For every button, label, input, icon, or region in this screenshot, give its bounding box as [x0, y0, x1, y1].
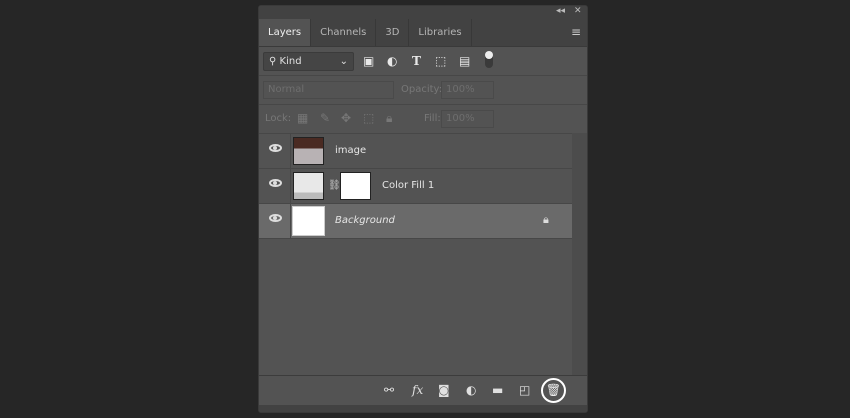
filter-toggle[interactable] [485, 51, 493, 68]
collapse-icon[interactable]: ◂◂ [556, 6, 565, 16]
kind-dropdown[interactable]: ⚲ Kind ⌄ [263, 52, 354, 71]
image-filter-icon[interactable]: ▣ [363, 54, 374, 68]
panel-titlebar: ◂◂ ✕ [259, 6, 587, 19]
layer-image[interactable]: image [259, 134, 572, 169]
lock-move-icon[interactable]: ✥ [341, 111, 351, 125]
eye-icon[interactable] [269, 214, 282, 222]
layers-footer: ⚯ fx ◙ ◐ ▬ ◰ 🗑︎ [259, 375, 587, 405]
smart-object-filter-icon[interactable]: ▤ [459, 54, 470, 68]
add-mask-icon[interactable]: ◙ [438, 383, 450, 397]
lock-transparent-icon[interactable]: ▦ [297, 111, 308, 125]
layer-name[interactable]: Color Fill 1 [382, 180, 434, 191]
lock-icon: 🔒︎ [543, 213, 549, 226]
tab-layers[interactable]: Layers [259, 19, 312, 46]
layer-thumbnail [292, 206, 325, 236]
tab-3d[interactable]: 3D [376, 19, 410, 46]
type-filter-icon[interactable]: T [412, 54, 421, 68]
link-layers-icon[interactable]: ⚯ [384, 383, 394, 397]
fill-label: Fill: [424, 113, 441, 124]
fill-field[interactable]: 100% [441, 110, 494, 128]
resize-handle[interactable] [259, 405, 587, 412]
new-layer-icon[interactable]: ◰ [519, 383, 530, 397]
eye-icon[interactable] [269, 144, 282, 152]
lock-label: Lock: [265, 113, 292, 124]
blend-row: Normal Opacity: 100% [259, 76, 587, 105]
adjustment-layer-icon[interactable]: ◐ [466, 383, 476, 397]
tab-channels[interactable]: Channels [311, 19, 377, 46]
filter-row: ⚲ Kind ⌄ ▣ ◐ T ⬚ ▤ [259, 47, 587, 76]
search-icon: ⚲ [269, 56, 280, 67]
tab-bar: Layers Channels 3D Libraries ≡ [259, 19, 587, 47]
lock-row: Lock: ▦ ✎ ✥ ⬚ 🔒︎ Fill: 100% [259, 105, 587, 134]
layer-thumbnail [293, 137, 324, 165]
mask-thumbnail[interactable] [340, 172, 371, 200]
layer-name[interactable]: Background [335, 215, 395, 226]
chevron-down-icon: ⌄ [339, 56, 348, 67]
kind-label: Kind [279, 56, 302, 67]
close-icon[interactable]: ✕ [574, 6, 582, 16]
blend-mode-dropdown[interactable]: Normal [263, 81, 394, 99]
panel-menu-icon[interactable]: ≡ [571, 25, 581, 39]
layers-panel: ◂◂ ✕ Layers Channels 3D Libraries ≡ ⚲ Ki… [258, 5, 588, 413]
eye-icon[interactable] [269, 179, 282, 187]
lock-paint-icon[interactable]: ✎ [320, 111, 330, 125]
adjustment-filter-icon[interactable]: ◐ [387, 54, 397, 68]
delete-layer-icon[interactable]: 🗑︎ [541, 378, 566, 403]
layer-color-fill-1[interactable]: ⛓ Color Fill 1 [259, 169, 572, 204]
lock-artboard-icon[interactable]: ⬚ [363, 111, 374, 125]
lock-all-icon[interactable]: 🔒︎ [386, 111, 392, 126]
shape-filter-icon[interactable]: ⬚ [435, 54, 446, 68]
layer-name[interactable]: image [335, 145, 366, 156]
opacity-field[interactable]: 100% [441, 81, 494, 99]
fill-thumbnail [293, 172, 324, 200]
layer-background[interactable]: Background 🔒︎ [259, 204, 572, 239]
fx-icon[interactable]: fx [412, 383, 423, 397]
tab-libraries[interactable]: Libraries [409, 19, 472, 46]
link-icon[interactable]: ⛓ [328, 180, 341, 191]
group-folder-icon[interactable]: ▬ [492, 383, 503, 397]
opacity-label: Opacity: [401, 84, 443, 95]
scrollbar[interactable] [572, 133, 587, 383]
